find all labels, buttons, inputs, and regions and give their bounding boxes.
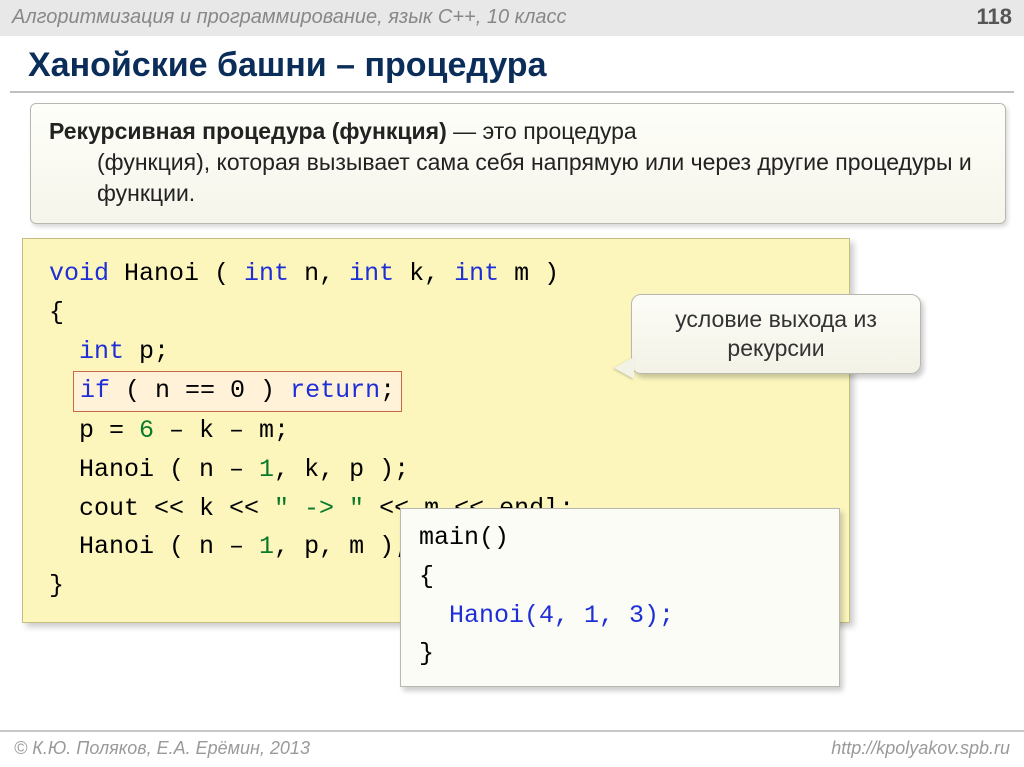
highlight-exit-condition: if ( n == 0 ) return; [73,371,402,412]
header-bar: Алгоритмизация и программирование, язык … [0,0,1024,36]
main-line-1: main() [419,519,823,558]
footer: © К.Ю. Поляков, Е.А. Ерёмин, 2013 http:/… [0,730,1024,767]
title-rule [10,91,1014,93]
code-line-6: Hanoi ( n – 1, k, p ); [49,451,827,490]
definition-term: Рекурсивная процедура (функция) [49,118,447,144]
main-line-3: Hanoi(4, 1, 3); [419,597,823,636]
footer-url: http://kpolyakov.spb.ru [831,738,1010,759]
definition-body: (функция), которая вызывает сама себя на… [49,147,987,209]
code-line-5: p = 6 – k – m; [49,412,827,451]
callout-text: условие выхода из рекурсии [675,306,877,361]
callout-tail-icon [614,357,634,379]
code-line-4: if ( n == 0 ) return; [49,371,827,412]
main-line-2: { [419,558,823,597]
breadcrumb: Алгоритмизация и программирование, язык … [12,6,566,29]
definition-dash: — это процедура [447,118,637,144]
definition-box: Рекурсивная процедура (функция) — это пр… [30,103,1006,224]
callout-exit-condition: условие выхода из рекурсии [631,294,921,374]
page-number: 118 [977,4,1013,30]
page-title: Ханойские башни – процедура [0,36,1024,91]
footer-copyright: © К.Ю. Поляков, Е.А. Ерёмин, 2013 [14,738,310,759]
main-line-4: } [419,635,823,674]
main-code-box: main() { Hanoi(4, 1, 3); } [400,508,840,687]
code-line-1: void Hanoi ( int n, int k, int m ) [49,255,827,294]
